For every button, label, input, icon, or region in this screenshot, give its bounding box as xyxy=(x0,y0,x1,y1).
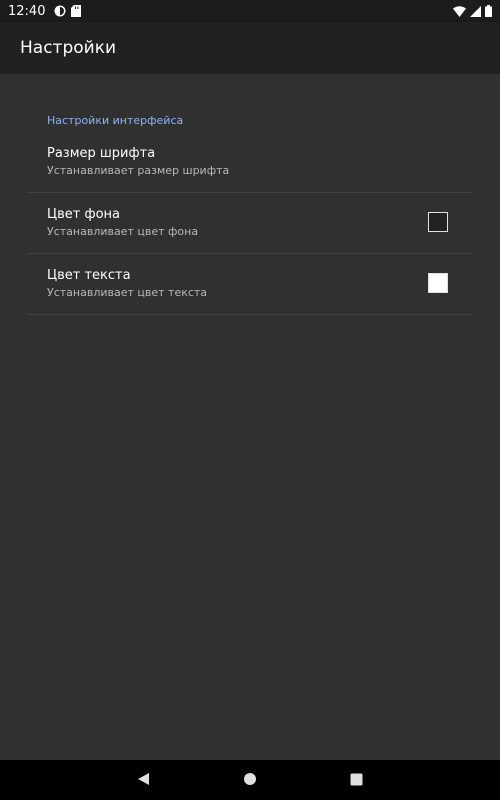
back-button[interactable] xyxy=(123,760,163,800)
pref-summary: Устанавливает размер шрифта xyxy=(47,164,230,177)
pref-title: Размер шрифта xyxy=(47,146,156,161)
page-title: Настройки xyxy=(20,38,117,58)
recents-button[interactable] xyxy=(336,760,376,800)
wifi-icon xyxy=(453,2,466,21)
navigation-bar xyxy=(0,760,500,800)
pref-text-color[interactable]: Цвет текста Устанавливает цвет текста xyxy=(27,254,473,315)
recents-icon xyxy=(350,771,363,790)
sd-card-icon xyxy=(71,2,82,21)
pref-summary: Устанавливает цвет текста xyxy=(47,286,208,299)
text-color-swatch[interactable] xyxy=(428,273,448,293)
pref-font-size[interactable]: Размер шрифта Устанавливает размер шрифт… xyxy=(27,132,473,193)
pref-title: Цвет текста xyxy=(47,268,131,283)
status-time: 12:40 xyxy=(8,3,46,19)
pref-summary: Устанавливает цвет фона xyxy=(47,225,199,238)
data-saver-icon xyxy=(54,2,66,21)
settings-list: Настройки интерфейса Размер шрифта Устан… xyxy=(0,74,500,760)
background-color-swatch[interactable] xyxy=(428,212,448,232)
cell-signal-icon xyxy=(470,2,481,21)
home-icon xyxy=(243,771,257,790)
battery-icon xyxy=(485,2,492,21)
home-button[interactable] xyxy=(230,760,270,800)
pref-background-color[interactable]: Цвет фона Устанавливает цвет фона xyxy=(27,193,473,254)
category-header: Настройки интерфейса xyxy=(47,114,184,127)
pref-title: Цвет фона xyxy=(47,207,120,222)
app-bar: Настройки xyxy=(0,22,500,74)
status-bar: 12:40 xyxy=(0,0,500,22)
back-icon xyxy=(136,771,150,790)
